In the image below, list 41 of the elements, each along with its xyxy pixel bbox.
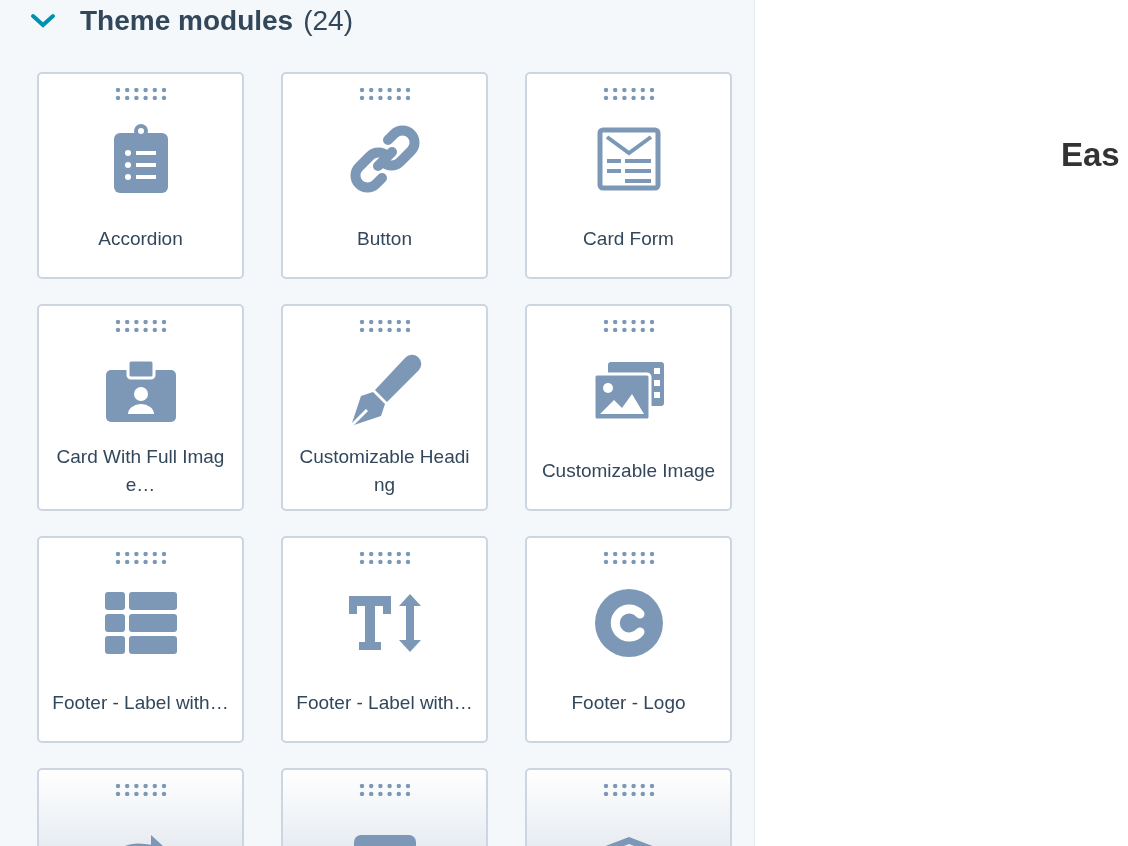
drag-handle-icon[interactable] bbox=[602, 320, 655, 332]
drag-handle-icon[interactable] bbox=[114, 552, 167, 564]
clipboard-icon bbox=[111, 123, 170, 195]
module-tile[interactable]: Footer - Label with… bbox=[37, 536, 244, 743]
drag-handle-icon[interactable] bbox=[602, 88, 655, 100]
module-tile[interactable]: Button bbox=[281, 72, 488, 279]
drag-handle-icon[interactable] bbox=[114, 88, 167, 100]
table-icon bbox=[104, 592, 177, 654]
text-height-icon bbox=[346, 592, 423, 654]
module-tile[interactable]: Customizable Image bbox=[525, 304, 732, 511]
module-label: Button bbox=[356, 226, 413, 251]
module-tile[interactable]: Footer - Label with… bbox=[281, 536, 488, 743]
module-label: Footer - Label with… bbox=[51, 690, 230, 715]
drag-handle-icon[interactable] bbox=[358, 88, 411, 100]
module-tile[interactable]: Footer - Logo bbox=[525, 536, 732, 743]
id-badge-icon bbox=[103, 358, 178, 424]
module-tile[interactable]: Accordion bbox=[37, 72, 244, 279]
module-label: Card With Full Image… bbox=[55, 444, 226, 497]
drag-handle-icon[interactable] bbox=[358, 784, 411, 796]
drag-handle-icon[interactable] bbox=[358, 552, 411, 564]
copyright-icon bbox=[593, 588, 664, 658]
module-label: Footer - Logo bbox=[570, 690, 687, 715]
module-tile[interactable]: Card With Full Image… bbox=[37, 304, 244, 511]
module-label: Card Form bbox=[582, 226, 675, 251]
module-tile[interactable]: Card Form bbox=[525, 72, 732, 279]
link-icon bbox=[347, 122, 422, 196]
drag-handle-icon[interactable] bbox=[602, 784, 655, 796]
form-icon bbox=[596, 127, 661, 191]
module-label: Accordion bbox=[97, 226, 184, 251]
preview-heading: Eas bbox=[1061, 135, 1120, 175]
module-label: Customizable Heading bbox=[298, 444, 471, 497]
module-count: (24) bbox=[303, 4, 353, 38]
drag-handle-icon[interactable] bbox=[602, 552, 655, 564]
module-tile[interactable]: Customizable Heading bbox=[281, 304, 488, 511]
module-label: Footer - Label with… bbox=[295, 690, 474, 715]
drag-handle-icon[interactable] bbox=[114, 784, 167, 796]
drag-handle-icon[interactable] bbox=[358, 320, 411, 332]
drag-handle-icon[interactable] bbox=[114, 320, 167, 332]
section-title: Theme modules bbox=[80, 4, 294, 38]
module-label: Customizable Image bbox=[540, 458, 717, 483]
chevron-icon[interactable] bbox=[30, 13, 56, 29]
